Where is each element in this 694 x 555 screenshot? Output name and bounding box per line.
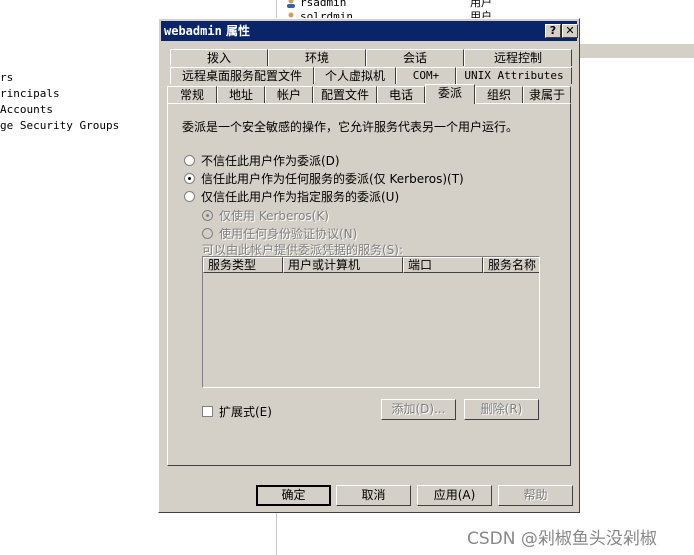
checkbox-label: 扩展式(E) bbox=[219, 405, 272, 419]
expanded-checkbox[interactable]: 扩展式(E) bbox=[202, 403, 272, 420]
apply-button[interactable]: 应用(A) bbox=[417, 485, 492, 506]
radio-trust-specified-services[interactable]: 仅信任此用户作为指定服务的委派(U) bbox=[184, 188, 399, 205]
title-bar[interactable]: webadmin 属性 ? ✕ bbox=[161, 21, 578, 41]
radio-indicator[interactable] bbox=[202, 210, 213, 221]
services-list[interactable]: 服务类型 用户或计算机 端口 服务名称 bbox=[202, 256, 540, 388]
close-button[interactable]: ✕ bbox=[562, 24, 578, 38]
tab-member-of[interactable]: 隶属于 bbox=[523, 86, 571, 103]
radio-no-delegation[interactable]: 不信任此用户作为委派(D) bbox=[184, 152, 340, 169]
radio-label: 信任此用户作为任何服务的委派(仅 Kerberos)(T) bbox=[201, 172, 464, 186]
radio-indicator[interactable] bbox=[184, 155, 195, 166]
tree-item[interactable]: rs bbox=[0, 70, 119, 86]
tab-delegation[interactable]: 委派 bbox=[425, 84, 475, 104]
radio-kerberos-only[interactable]: 仅使用 Kerberos(K) bbox=[202, 207, 329, 224]
dialog-title-name: webadmin bbox=[164, 24, 222, 38]
user-icon bbox=[286, 0, 296, 8]
radio-indicator[interactable] bbox=[202, 228, 213, 239]
tab-telephones[interactable]: 电话 bbox=[377, 86, 425, 103]
tab-general[interactable]: 常规 bbox=[167, 86, 217, 103]
tab-dial-in[interactable]: 拨入 bbox=[170, 49, 268, 66]
tab-remote-control[interactable]: 远程控制 bbox=[464, 49, 572, 66]
column-header-service-type[interactable]: 服务类型 bbox=[203, 257, 283, 273]
tab-profile[interactable]: 配置文件 bbox=[313, 86, 377, 103]
tree-item[interactable]: Accounts bbox=[0, 102, 119, 118]
list-item[interactable]: rsadmin 用户 bbox=[286, 0, 492, 9]
tab-account[interactable]: 帐户 bbox=[265, 86, 313, 103]
column-header-port[interactable]: 端口 bbox=[403, 257, 483, 273]
delegation-description: 委派是一个安全敏感的操作，它允许服务代表另一个用户运行。 bbox=[182, 120, 519, 134]
tab-com-plus[interactable]: COM+ bbox=[396, 67, 456, 84]
radio-label: 不信任此用户作为委派(D) bbox=[201, 154, 340, 168]
checkbox-indicator[interactable] bbox=[202, 406, 213, 417]
properties-dialog: webadmin 属性 ? ✕ 拨入 环境 会话 远程控制 远程桌面服务配置文件… bbox=[158, 18, 580, 513]
watermark-text: CSDN @剁椒鱼头没剁椒 bbox=[467, 529, 657, 549]
tab-environment[interactable]: 环境 bbox=[268, 49, 366, 66]
column-header-service-name[interactable]: 服务名称 bbox=[483, 257, 539, 273]
dialog-title-suffix: 属性 bbox=[221, 24, 250, 38]
cancel-button[interactable]: 取消 bbox=[336, 485, 411, 506]
column-header-user-or-computer[interactable]: 用户或计算机 bbox=[283, 257, 403, 273]
ok-button[interactable]: 确定 bbox=[256, 485, 331, 506]
add-button[interactable]: 添加(D)... bbox=[381, 399, 456, 420]
tab-address[interactable]: 地址 bbox=[217, 86, 265, 103]
radio-indicator[interactable] bbox=[184, 191, 195, 202]
tab-unix-attributes[interactable]: UNIX Attributes bbox=[456, 67, 572, 84]
radio-any-protocol[interactable]: 使用任何身份验证协议(N) bbox=[202, 225, 357, 242]
tree-item[interactable]: rincipals bbox=[0, 86, 119, 102]
help-title-button[interactable]: ? bbox=[545, 24, 561, 38]
radio-label: 仅使用 Kerberos(K) bbox=[219, 209, 329, 223]
help-button[interactable]: 帮助 bbox=[498, 485, 573, 506]
tree-panel: rs rincipals Accounts ge Security Groups bbox=[0, 70, 119, 134]
tab-personal-vm[interactable]: 个人虚拟机 bbox=[314, 67, 396, 84]
radio-label: 仅信任此用户作为指定服务的委派(U) bbox=[201, 190, 400, 204]
remove-button[interactable]: 删除(R) bbox=[464, 399, 539, 420]
radio-trust-any-service[interactable]: 信任此用户作为任何服务的委派(仅 Kerberos)(T) bbox=[184, 170, 464, 187]
tree-item[interactable]: ge Security Groups bbox=[0, 118, 119, 134]
tab-sessions[interactable]: 会话 bbox=[366, 49, 464, 66]
tab-organization[interactable]: 组织 bbox=[475, 86, 523, 103]
background-bar bbox=[580, 44, 694, 58]
delegation-panel: 委派是一个安全敏感的操作，它允许服务代表另一个用户运行。 不信任此用户作为委派(… bbox=[167, 103, 571, 466]
tab-rds-profile[interactable]: 远程桌面服务配置文件 bbox=[170, 67, 314, 84]
radio-label: 使用任何身份验证协议(N) bbox=[219, 227, 358, 241]
radio-indicator[interactable] bbox=[184, 173, 195, 184]
